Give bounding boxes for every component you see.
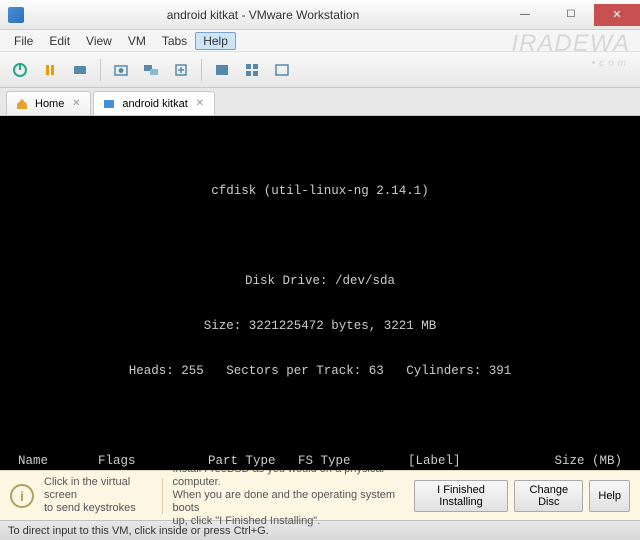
tab-home-label: Home — [35, 98, 64, 110]
window-titlebar: android kitkat - VMware Workstation — [0, 0, 640, 30]
revert-button[interactable] — [167, 57, 195, 83]
home-icon — [15, 97, 29, 111]
info-icon: i — [10, 484, 34, 508]
snapshot-manager-button[interactable] — [137, 57, 165, 83]
fullscreen-button[interactable] — [208, 57, 236, 83]
snapshot-button[interactable] — [107, 57, 135, 83]
menu-tabs[interactable]: Tabs — [154, 32, 195, 50]
console-view-button[interactable] — [268, 57, 296, 83]
tab-vm-label: android kitkat — [122, 98, 187, 110]
menu-bar: File Edit View VM Tabs Help — [0, 30, 640, 52]
tab-strip: Home ✕ android kitkat ✕ — [0, 88, 640, 116]
tab-home[interactable]: Home ✕ — [6, 91, 91, 115]
tab-vm-close[interactable]: ✕ — [194, 98, 206, 110]
unity-button[interactable] — [238, 57, 266, 83]
menu-help[interactable]: Help — [195, 32, 236, 50]
app-icon — [8, 7, 24, 23]
minimize-button[interactable] — [502, 4, 548, 26]
power-on-button[interactable] — [6, 57, 34, 83]
settings-button[interactable] — [66, 57, 94, 83]
table-header: Name Flags Part Type FS Type [Label] Siz… — [0, 454, 640, 469]
install-hint-bar: i Click in the virtual screento send key… — [0, 470, 640, 520]
tab-vm[interactable]: android kitkat ✕ — [93, 91, 214, 115]
maximize-button[interactable] — [548, 4, 594, 26]
change-disc-button[interactable]: Change Disc — [514, 480, 583, 512]
menu-view[interactable]: View — [78, 32, 120, 50]
menu-edit[interactable]: Edit — [41, 32, 78, 50]
close-button[interactable] — [594, 4, 640, 26]
cfdisk-drive: Disk Drive: /dev/sda — [0, 274, 640, 289]
suspend-button[interactable] — [36, 57, 64, 83]
cfdisk-size: Size: 3221225472 bytes, 3221 MB — [0, 319, 640, 334]
window-title: android kitkat - VMware Workstation — [24, 8, 502, 22]
click-hint: Click in the virtual screento send keyst… — [44, 476, 152, 515]
tab-home-close[interactable]: ✕ — [70, 98, 82, 110]
status-text: To direct input to this VM, click inside… — [8, 525, 269, 537]
install-help-button[interactable]: Help — [589, 480, 630, 512]
install-msg: Install FreeBSD as you would on a physic… — [172, 463, 403, 528]
cfdisk-geom: Heads: 255 Sectors per Track: 63 Cylinde… — [0, 364, 640, 379]
toolbar — [0, 52, 640, 88]
vm-console[interactable]: cfdisk (util-linux-ng 2.14.1) Disk Drive… — [0, 116, 640, 470]
cfdisk-header: cfdisk (util-linux-ng 2.14.1) — [0, 184, 640, 199]
vm-icon — [102, 97, 116, 111]
menu-file[interactable]: File — [6, 32, 41, 50]
menu-vm[interactable]: VM — [120, 32, 154, 50]
finished-installing-button[interactable]: I Finished Installing — [414, 480, 508, 512]
